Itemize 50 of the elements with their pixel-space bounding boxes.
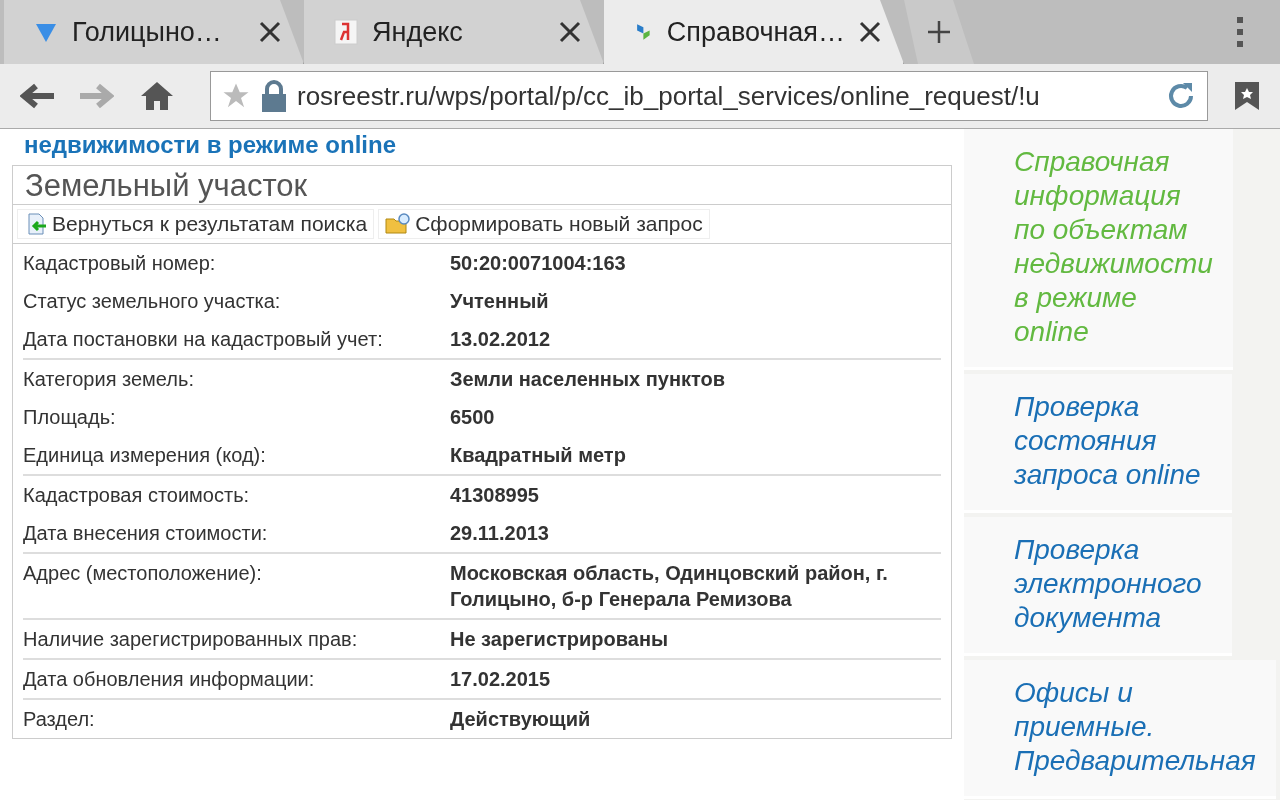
field-value: 50:20:0071004:163 [450,251,627,276]
field-label: Кадастровый номер: [23,251,217,276]
field-label: Раздел: [23,707,96,732]
sidebar-link[interactable]: Проверка электронного документа [964,517,1232,656]
browser-tab[interactable]: Справочная… [604,0,904,64]
address-bar[interactable]: rosreestr.ru/wps/portal/p/cc_ib_portal_services/online_request/!u [210,71,1208,121]
site-icon [334,19,358,45]
field-value: Московская область, Одинцовский район, г. Голицыно, б-р Генерала Ремизова [450,561,889,612]
field-label: Дата обновления информации: [23,667,316,692]
field-label: Категория земель: [23,367,195,392]
field-value: Квадратный метр [450,443,627,468]
tab-title: Яндекс [372,16,464,48]
card-title: Земельный участок [13,166,951,205]
field-label: Адрес (местоположение): [23,561,263,586]
folder-magnifier-icon [385,213,412,235]
plus-icon [927,20,951,44]
field-value: 17.02.2015 [450,667,552,692]
field-value: 41308995 [450,483,540,508]
menu-icon[interactable] [1236,17,1244,47]
tab-title: Голицыно… [72,16,223,48]
field-label: Статус земельного участка: [23,289,282,314]
browser-tab[interactable]: Яндекс [304,0,604,64]
field-value: 6500 [450,405,496,430]
close-icon[interactable] [559,21,581,43]
field-value: Не зарегистрированы [450,627,670,652]
field-value: Учтенный [450,289,550,314]
field-label: Дата постановки на кадастровый учет: [23,327,384,352]
field-value: 29.11.2013 [450,521,550,546]
field-label: Кадастровая стоимость: [23,483,251,508]
field-value: Земли населенных пунктов [450,367,726,392]
sidebar-link[interactable]: Офисы и приемные. Предварительная [964,660,1276,799]
field-label: Дата внесения стоимости: [23,521,269,546]
close-icon[interactable] [859,21,881,43]
home-icon[interactable] [140,81,174,111]
field-value: 13.02.2012 [450,327,552,352]
url-text: rosreestr.ru/wps/portal/p/cc_ib_portal_services/online_request/!u [297,80,1041,112]
back-icon[interactable] [20,83,54,109]
field-value: Действующий [450,707,592,732]
lock-icon [261,80,287,112]
page-heading: недвижимости в режиме online [23,130,397,160]
close-icon[interactable] [259,21,281,43]
toolbar-link[interactable]: Вернуться к результатам поиска [17,209,375,239]
sidebar-link[interactable]: Проверка состояния запроса online [964,374,1232,513]
browser-tab[interactable]: Голицыно… [4,0,304,64]
field-label: Наличие зарегистрированных прав: [23,627,359,652]
bookmark-icon[interactable] [1234,81,1260,111]
toolbar-link[interactable]: Сформировать новый запрос [378,209,710,239]
tab-title: Справочная… [666,16,845,48]
field-label: Площадь: [23,405,117,430]
field-label: Единица измерения (код): [23,443,267,468]
